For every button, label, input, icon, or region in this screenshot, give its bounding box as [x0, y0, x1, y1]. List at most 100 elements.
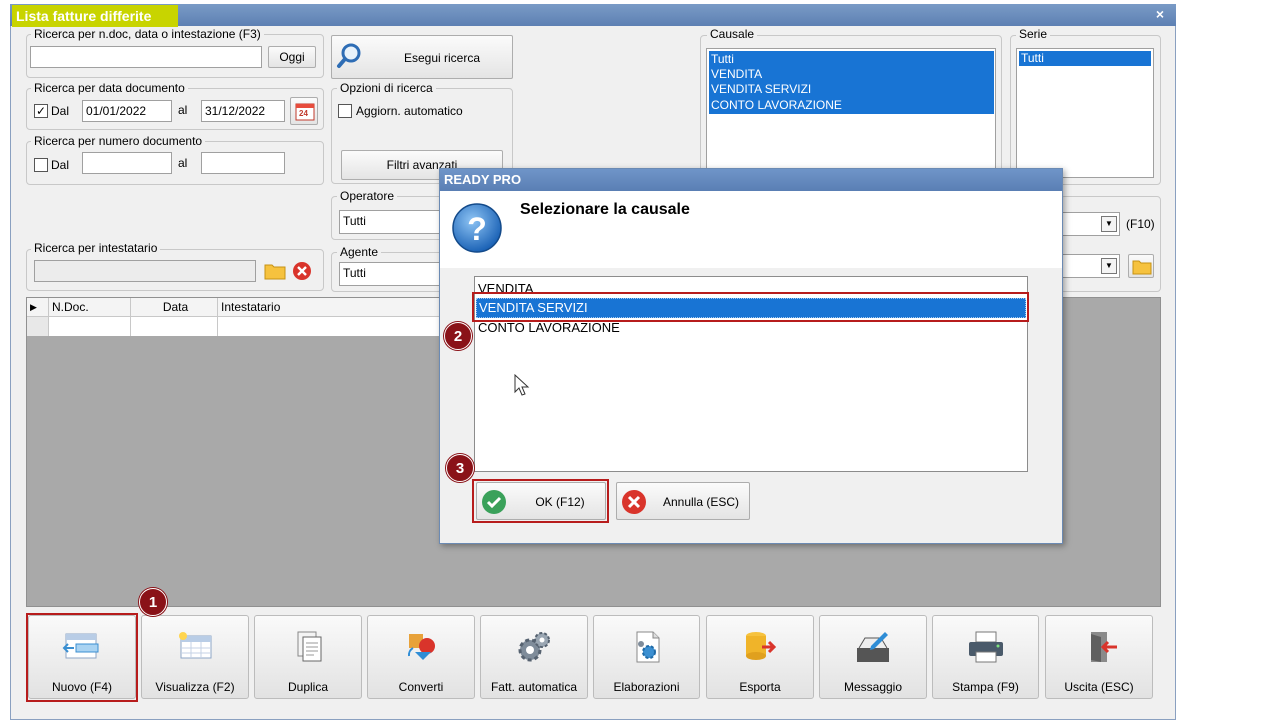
number-search-label: Ricerca per numero documento	[31, 134, 206, 148]
toolbar-label: Uscita (ESC)	[1064, 680, 1134, 694]
number-to-input[interactable]	[201, 152, 285, 174]
toolbar-label: Esporta	[739, 680, 781, 694]
question-icon: ?	[452, 203, 502, 253]
auto-invoice-button[interactable]: Fatt. automatica	[480, 615, 588, 699]
column-header-data[interactable]: Data	[131, 298, 218, 317]
right-combo-2[interactable]: ▼	[1060, 254, 1120, 278]
right-combo-1[interactable]: ▼	[1060, 212, 1120, 236]
number-dal-checkbox[interactable]	[34, 158, 48, 172]
window-titlebar	[10, 4, 1176, 26]
execute-search-button[interactable]: Esegui ricerca	[331, 35, 513, 79]
export-button[interactable]: Esporta	[706, 615, 814, 699]
highlight-ok-button	[472, 479, 609, 523]
causale-item[interactable]: Tutti	[709, 52, 994, 67]
convert-icon	[407, 634, 435, 660]
cancel-button[interactable]: Annulla (ESC)	[616, 482, 750, 520]
number-dal-label: Dal	[51, 158, 70, 172]
dialog-question: Selezionare la causale	[520, 201, 690, 218]
agent-label: Agente	[337, 245, 382, 259]
export-icon	[746, 632, 777, 660]
processing-icon	[636, 631, 659, 663]
view-button[interactable]: Visualizza (F2)	[141, 615, 249, 699]
holder-clear-button[interactable]	[292, 261, 312, 281]
cancel-icon	[622, 490, 646, 514]
processing-button[interactable]: Elaborazioni	[593, 615, 700, 699]
dialog-titlebar	[440, 169, 1062, 191]
highlight-selected-option	[472, 292, 1029, 322]
print-button[interactable]: Stampa (F9)	[932, 615, 1039, 699]
date-dal-checkbox[interactable]: ✓	[34, 104, 48, 118]
step-badge-2: 2	[444, 322, 472, 350]
causale-item[interactable]: CONTO LAVORAZIONE	[709, 98, 994, 113]
toolbar-label: Converti	[398, 680, 444, 694]
serie-list[interactable]: Tutti	[1016, 48, 1154, 178]
chevron-down-icon: ▼	[1101, 258, 1117, 274]
gears-icon	[518, 632, 550, 662]
exit-button[interactable]: Uscita (ESC)	[1045, 615, 1153, 699]
highlight-new-button	[26, 613, 138, 702]
text-search-label: Ricerca per n.doc, data o intestazione (…	[31, 27, 264, 41]
right-combo-shortcut: (F10)	[1126, 217, 1155, 231]
dialog-title: READY PRO	[444, 172, 522, 187]
auto-update-checkbox[interactable]	[338, 104, 352, 118]
chevron-down-icon: ▼	[1101, 216, 1117, 232]
date-from-input[interactable]: 01/01/2022	[82, 100, 172, 122]
window-title: Lista fatture differite	[12, 5, 178, 27]
date-al-label: al	[178, 103, 188, 117]
date-to-input[interactable]: 31/12/2022	[201, 100, 285, 122]
calendar-day: 24	[299, 109, 308, 118]
toolbar-label: Fatt. automatica	[490, 680, 578, 694]
convert-button[interactable]: Converti	[367, 615, 475, 699]
mouse-cursor-icon	[514, 374, 530, 396]
operator-label: Operatore	[337, 189, 398, 203]
message-icon	[857, 632, 889, 662]
folder-icon	[264, 264, 286, 280]
options-label: Opzioni di ricerca	[337, 81, 436, 95]
dialog-option[interactable]: CONTO LAVORAZIONE	[478, 320, 620, 335]
toolbar-label: Stampa (F9)	[952, 680, 1019, 694]
close-icon[interactable]: ×	[1152, 6, 1168, 22]
table-row[interactable]	[218, 317, 442, 336]
causale-item[interactable]: VENDITA	[709, 67, 994, 82]
toolbar-label: Elaborazioni	[613, 680, 680, 694]
exit-icon	[1091, 632, 1117, 662]
serie-item[interactable]: Tutti	[1019, 51, 1151, 66]
number-al-label: al	[178, 156, 188, 170]
clear-icon	[293, 262, 311, 280]
agent-select[interactable]: Tutti	[339, 262, 447, 286]
toolbar-label: Messaggio	[843, 680, 903, 694]
date-search-label: Ricerca per data documento	[31, 81, 188, 95]
toolbar-label: Duplica	[287, 680, 329, 694]
execute-search-label: Esegui ricerca	[403, 51, 481, 65]
svg-text:?: ?	[467, 211, 487, 247]
table-row[interactable]	[49, 317, 131, 336]
toolbar-label: Visualizza (F2)	[155, 680, 235, 694]
duplicate-button[interactable]: Duplica	[254, 615, 362, 699]
causale-item[interactable]: VENDITA SERVIZI	[709, 82, 994, 97]
step-badge-3: 3	[446, 454, 474, 482]
cancel-label: Annulla (ESC)	[662, 495, 740, 509]
magnifier-icon	[337, 43, 361, 68]
message-button[interactable]: Messaggio	[819, 615, 927, 699]
causale-list[interactable]: Tutti VENDITA VENDITA SERVIZI CONTO LAVO…	[706, 48, 996, 178]
text-search-input[interactable]	[30, 46, 262, 68]
printer-icon	[968, 631, 1003, 663]
folder-icon	[1132, 260, 1152, 275]
row-indicator	[27, 317, 49, 336]
column-header-ndoc[interactable]: N.Doc.	[49, 298, 131, 317]
holder-search-input[interactable]	[34, 260, 256, 282]
operator-select[interactable]: Tutti	[339, 210, 447, 234]
step-badge-1: 1	[139, 588, 167, 616]
today-button[interactable]: Oggi	[268, 46, 316, 68]
holder-browse-button[interactable]	[264, 261, 286, 281]
view-document-icon	[179, 632, 212, 659]
number-from-input[interactable]	[82, 152, 172, 174]
calendar-button[interactable]: 24	[290, 97, 318, 125]
right-browse-button[interactable]	[1128, 254, 1154, 278]
column-header-intestatario[interactable]: Intestatario	[218, 298, 442, 317]
serie-label: Serie	[1016, 27, 1051, 41]
table-row[interactable]	[131, 317, 218, 336]
duplicate-icon	[297, 631, 322, 662]
date-dal-label: Dal	[51, 104, 70, 118]
holder-search-label: Ricerca per intestatario	[31, 241, 161, 255]
